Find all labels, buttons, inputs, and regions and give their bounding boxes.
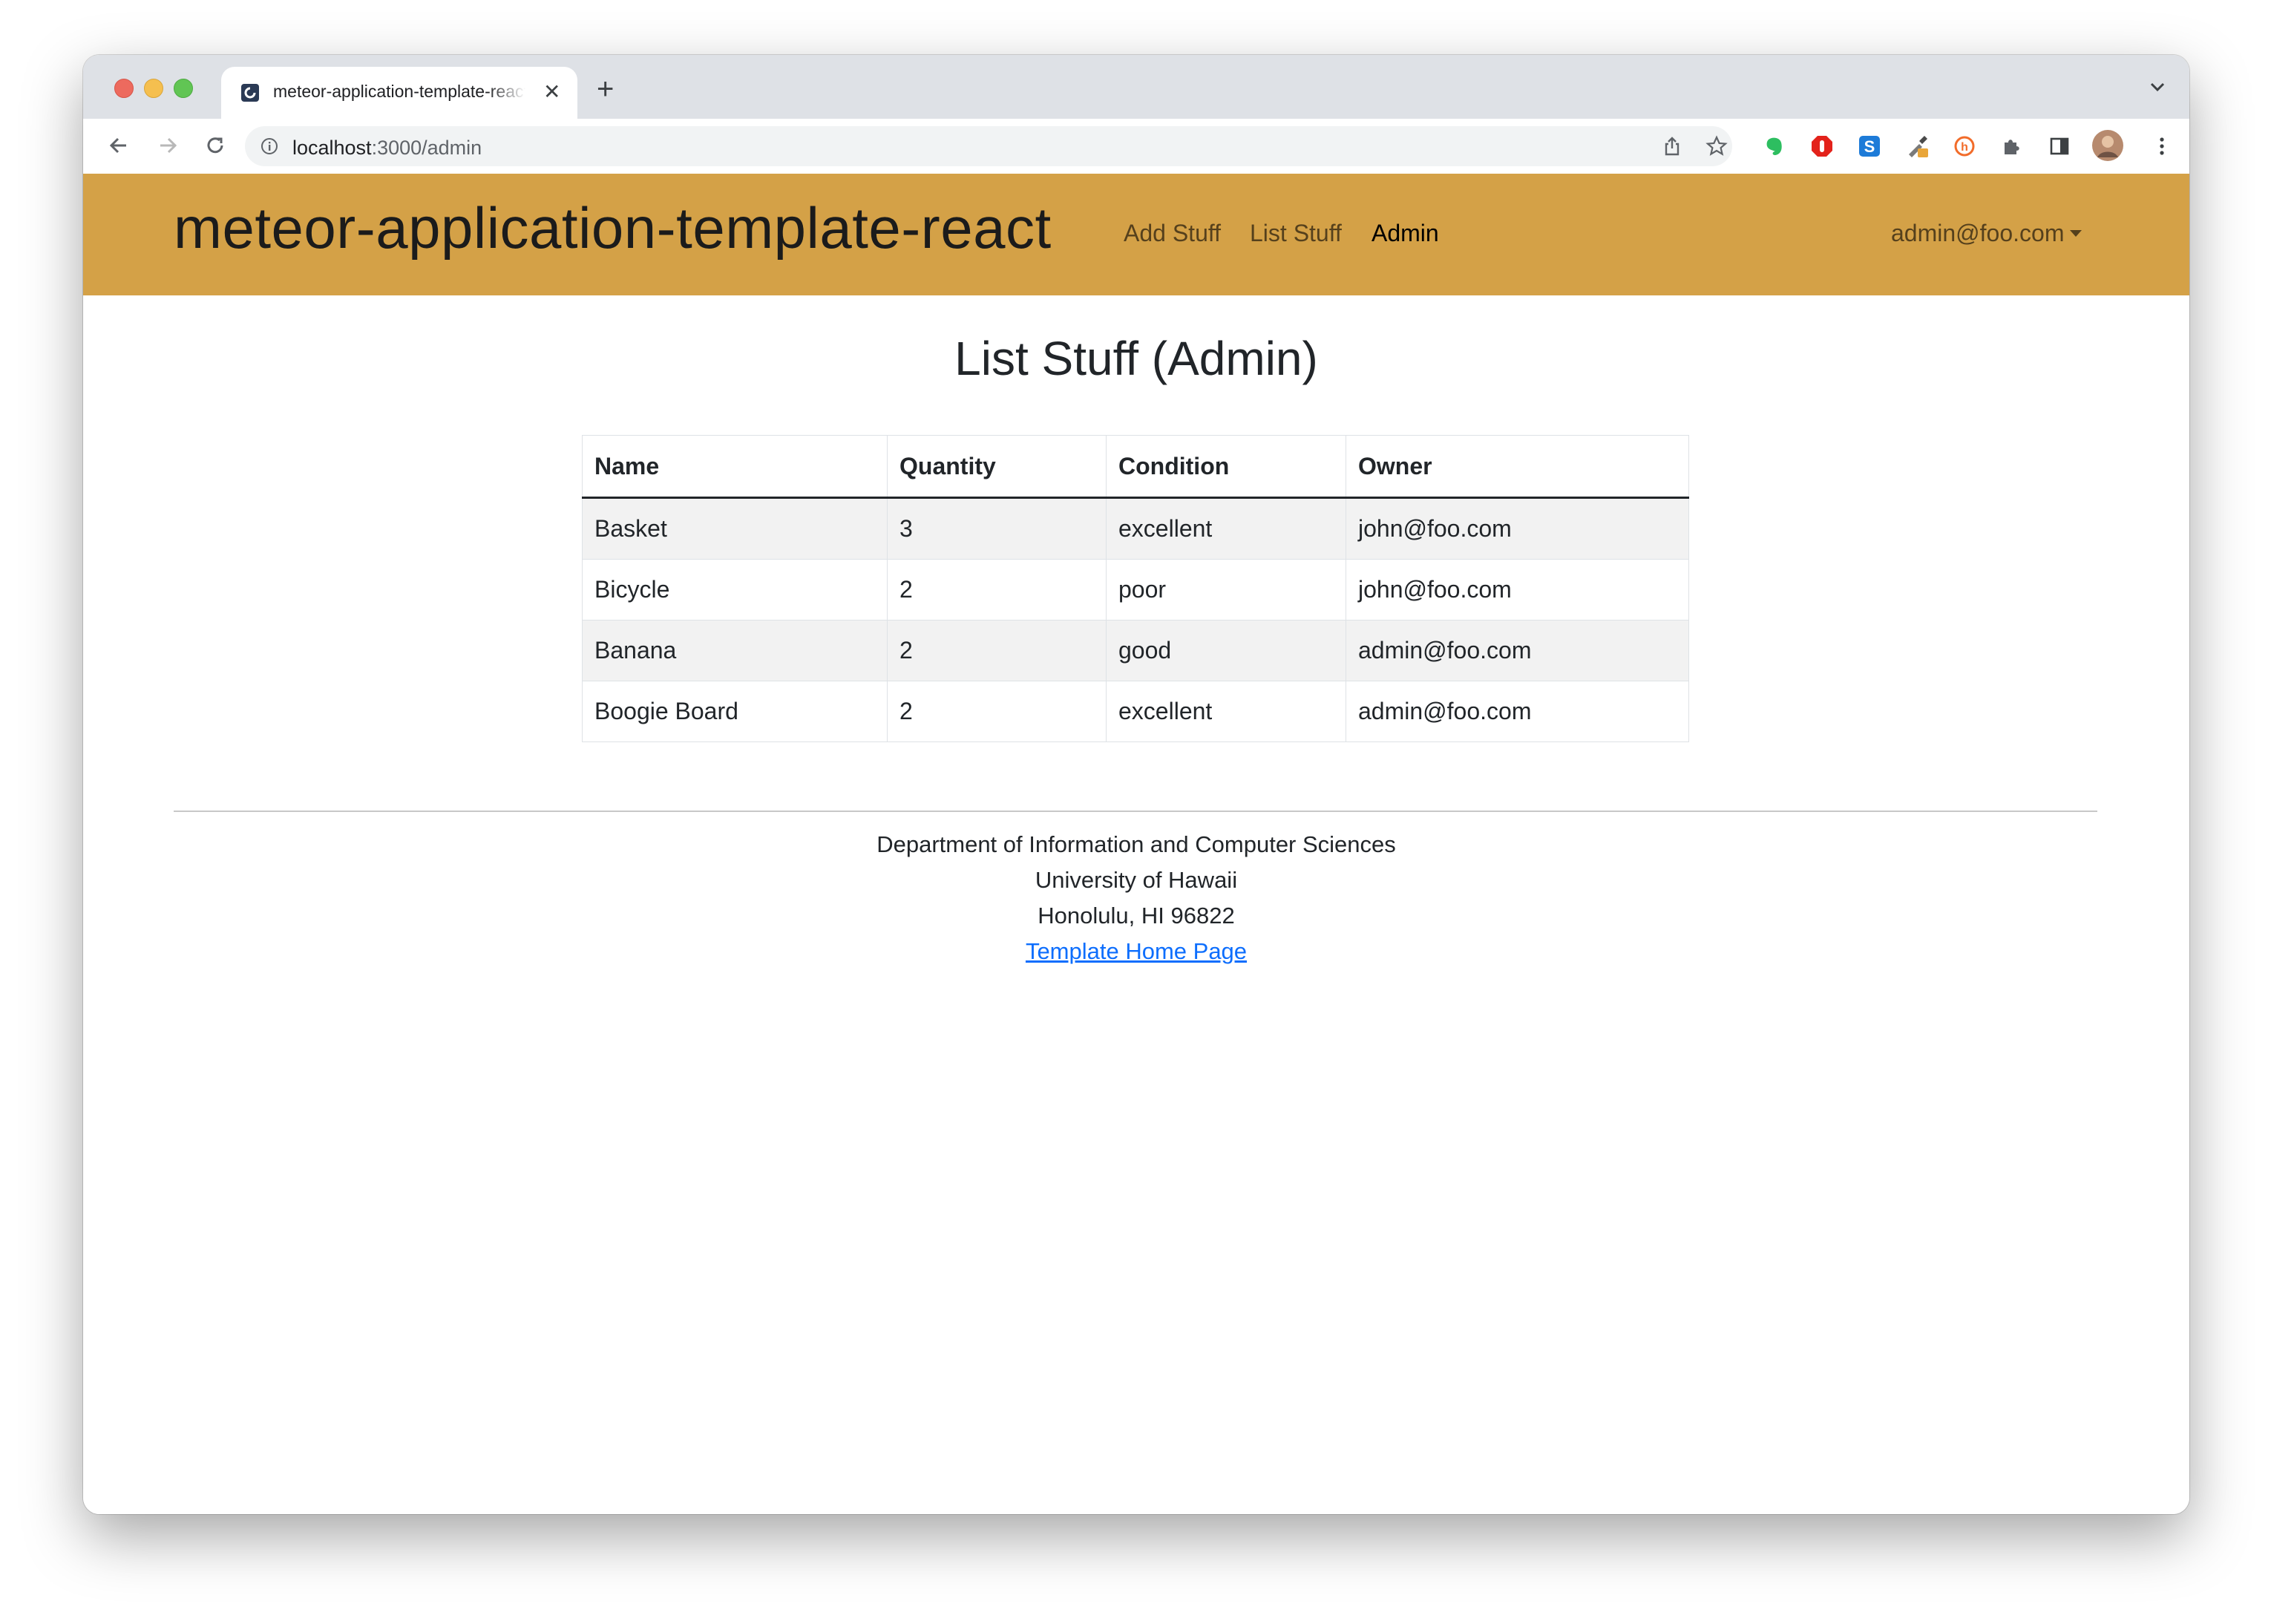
caret-down-icon bbox=[2070, 230, 2082, 237]
table-row: Bicycle 2 poor john@foo.com bbox=[582, 559, 1689, 621]
cell-owner: admin@foo.com bbox=[1346, 620, 1689, 681]
honey-extension-icon[interactable]: h bbox=[1952, 134, 1977, 159]
back-arrow-icon[interactable] bbox=[105, 132, 132, 159]
user-email: admin@foo.com bbox=[1891, 220, 2065, 246]
cell-quantity: 2 bbox=[887, 559, 1107, 621]
cell-condition: good bbox=[1106, 620, 1346, 681]
svg-text:h: h bbox=[1961, 141, 1968, 154]
table-header-row: Name Quantity Condition Owner bbox=[582, 435, 1689, 499]
cell-condition: excellent bbox=[1106, 497, 1346, 560]
profile-avatar-icon[interactable] bbox=[2091, 129, 2124, 162]
cell-condition: poor bbox=[1106, 559, 1346, 621]
brand-link[interactable]: meteor-application-template-react bbox=[174, 194, 1052, 262]
header-owner: Owner bbox=[1346, 435, 1689, 499]
forward-arrow-icon[interactable] bbox=[154, 132, 181, 159]
table-row: Basket 3 excellent john@foo.com bbox=[582, 497, 1689, 560]
browser-tab[interactable]: meteor-application-template-react ✕ bbox=[221, 67, 577, 119]
tab-title: meteor-application-template-react bbox=[273, 82, 525, 101]
adblock-extension-icon[interactable] bbox=[1809, 134, 1835, 159]
meteor-favicon-icon bbox=[241, 84, 259, 102]
footer-line-university: University of Hawaii bbox=[1035, 867, 1238, 893]
page-title: List Stuff (Admin) bbox=[954, 332, 1318, 385]
reload-icon[interactable] bbox=[202, 132, 229, 159]
cell-name: Bicycle bbox=[582, 559, 888, 621]
header-name: Name bbox=[582, 435, 888, 499]
nav-add-stuff[interactable]: Add Stuff bbox=[1124, 220, 1221, 247]
browser-window: meteor-application-template-react ✕ + lo… bbox=[83, 55, 2189, 1514]
minimize-window-button[interactable] bbox=[144, 79, 163, 98]
cell-quantity: 3 bbox=[887, 497, 1107, 560]
cell-owner: john@foo.com bbox=[1346, 497, 1689, 560]
extensions-puzzle-icon[interactable] bbox=[1999, 134, 2025, 159]
cell-name: Basket bbox=[582, 497, 888, 560]
nav-list-stuff[interactable]: List Stuff bbox=[1250, 220, 1342, 247]
footer: Department of Information and Computer S… bbox=[83, 827, 2189, 969]
url-host: localhost bbox=[292, 137, 372, 159]
header-quantity: Quantity bbox=[887, 435, 1107, 499]
cell-name: Banana bbox=[582, 620, 888, 681]
tab-close-icon[interactable]: ✕ bbox=[543, 80, 560, 104]
s-extension-icon[interactable]: S bbox=[1857, 134, 1882, 159]
eyedropper-extension-icon[interactable] bbox=[1904, 134, 1930, 159]
footer-line-department: Department of Information and Computer S… bbox=[876, 831, 1396, 857]
browser-toolbar: localhost:3000/admin S h bbox=[83, 119, 2189, 174]
cell-quantity: 2 bbox=[887, 681, 1107, 742]
cell-owner: admin@foo.com bbox=[1346, 681, 1689, 742]
table-row: Banana 2 good admin@foo.com bbox=[582, 620, 1689, 681]
cell-condition: excellent bbox=[1106, 681, 1346, 742]
stuff-table: Name Quantity Condition Owner Basket 3 e… bbox=[582, 435, 1689, 742]
site-info-icon[interactable] bbox=[260, 137, 279, 156]
cell-name: Boogie Board bbox=[582, 681, 888, 742]
app-navbar: meteor-application-template-react Add St… bbox=[83, 174, 2189, 295]
web-page: meteor-application-template-react Add St… bbox=[83, 174, 2189, 1514]
new-tab-button[interactable]: + bbox=[597, 74, 614, 104]
address-bar[interactable]: localhost:3000/admin bbox=[245, 126, 1732, 166]
tab-search-chevron-icon[interactable] bbox=[2148, 77, 2167, 96]
header-condition: Condition bbox=[1106, 435, 1346, 499]
cell-owner: john@foo.com bbox=[1346, 559, 1689, 621]
bookmark-star-icon[interactable] bbox=[1705, 135, 1728, 157]
url-path: :3000/admin bbox=[371, 137, 482, 159]
evernote-extension-icon[interactable] bbox=[1762, 134, 1787, 159]
table-row: Boogie Board 2 excellent admin@foo.com bbox=[582, 681, 1689, 742]
cell-quantity: 2 bbox=[887, 620, 1107, 681]
close-window-button[interactable] bbox=[114, 79, 134, 98]
browser-menu-icon[interactable] bbox=[2149, 134, 2175, 159]
nav-admin[interactable]: Admin bbox=[1372, 220, 1439, 247]
user-dropdown[interactable]: admin@foo.com bbox=[1891, 220, 2082, 247]
template-home-page-link[interactable]: Template Home Page bbox=[1026, 938, 1247, 964]
side-panel-icon[interactable] bbox=[2047, 134, 2072, 159]
maximize-window-button[interactable] bbox=[174, 79, 193, 98]
svg-text:S: S bbox=[1864, 137, 1875, 156]
footer-line-address: Honolulu, HI 96822 bbox=[1038, 903, 1235, 929]
url-text: localhost:3000/admin bbox=[292, 137, 482, 160]
share-icon[interactable] bbox=[1661, 135, 1683, 157]
tab-bar: meteor-application-template-react ✕ + bbox=[83, 55, 2189, 119]
footer-divider bbox=[174, 811, 2097, 812]
